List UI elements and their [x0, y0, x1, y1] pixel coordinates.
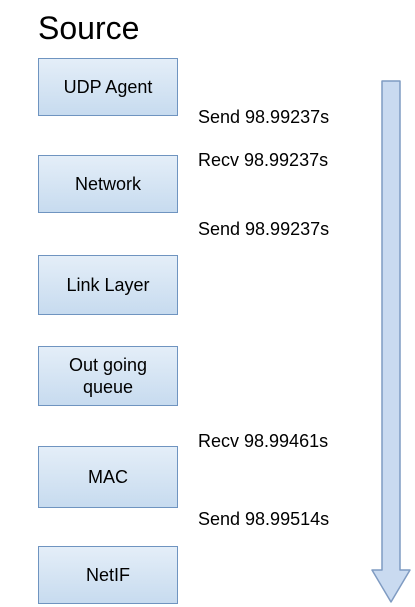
- layer-box-netif: NetIF: [38, 546, 178, 604]
- layer-label: Link Layer: [66, 275, 150, 295]
- event-label: Send 98.99514s: [198, 509, 330, 529]
- time-arrow-shape: [371, 80, 411, 603]
- event-label: Recv 98.99237s: [198, 150, 329, 170]
- layer-box-mac: MAC: [38, 446, 178, 508]
- event-label: Send 98.99237s: [198, 219, 330, 239]
- time-arrow: [371, 80, 411, 603]
- layer-label: MAC: [88, 467, 128, 487]
- layer-label: NetIF: [85, 565, 130, 585]
- diagram-title: Source: [38, 10, 140, 46]
- layer-box-network: Network: [38, 155, 178, 213]
- layer-box-outgoing-queue: Out going queue: [38, 346, 178, 406]
- layer-label: UDP Agent: [63, 77, 153, 97]
- layer-box-udp-agent: UDP Agent: [38, 58, 178, 116]
- event-label: Recv 98.99461s: [198, 431, 329, 451]
- event-label: Send 98.99237s: [198, 107, 330, 127]
- layer-label: Network: [74, 174, 141, 194]
- layer-box-link-layer: Link Layer: [38, 255, 178, 315]
- layer-label: Out going queue: [68, 355, 148, 397]
